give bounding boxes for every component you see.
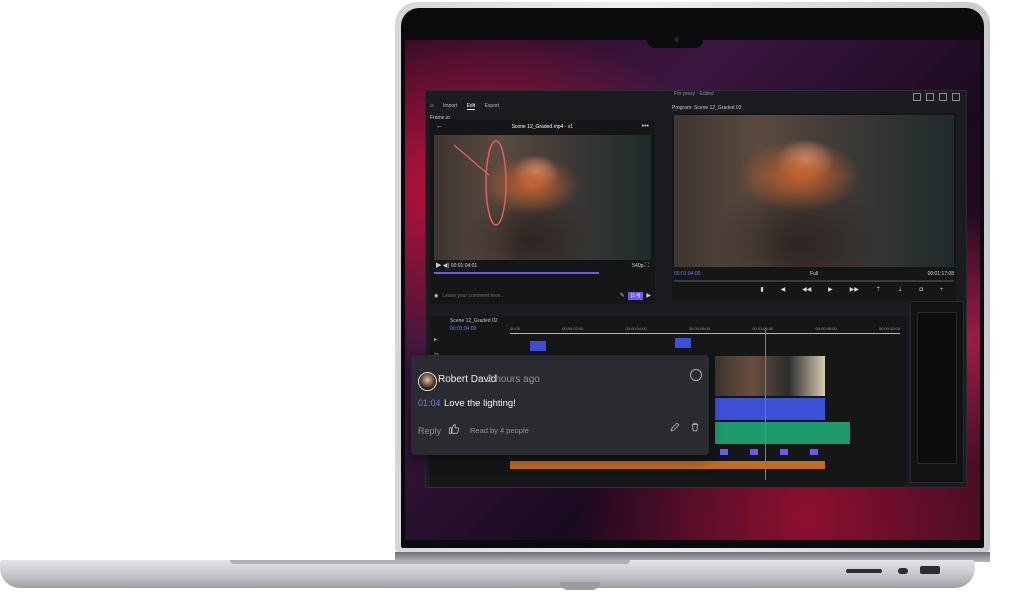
source-header: ← Scene 12_Graded.mp4 - v1 ••• bbox=[436, 123, 649, 130]
audio-clip-blue[interactable] bbox=[715, 398, 825, 420]
ruler-tick: 00:00:02:00 bbox=[562, 326, 584, 331]
pencil-icon[interactable] bbox=[670, 422, 680, 435]
step-back-icon[interactable]: ◀ bbox=[781, 286, 786, 293]
playhead[interactable] bbox=[765, 330, 766, 480]
menu-item-import[interactable]: Import bbox=[443, 103, 457, 109]
forward-icon[interactable]: ▶▶ bbox=[850, 286, 859, 293]
laptop-base bbox=[0, 560, 975, 588]
audio-clip-orange[interactable] bbox=[510, 461, 825, 469]
play-icon[interactable]: ▶ bbox=[436, 262, 441, 269]
video-clip-thumbnails[interactable] bbox=[715, 356, 825, 396]
avatar bbox=[418, 372, 437, 391]
window-controls bbox=[913, 93, 960, 101]
work-area-bar[interactable] bbox=[510, 333, 900, 334]
home-icon[interactable]: ⌂ bbox=[430, 103, 434, 109]
reply-button[interactable]: Reply bbox=[418, 426, 441, 436]
extract-icon[interactable]: ⇣ bbox=[898, 286, 903, 293]
fit-label[interactable]: Full bbox=[810, 271, 818, 277]
send-icon[interactable]: ▶ bbox=[646, 293, 651, 299]
program-video-frame[interactable] bbox=[674, 115, 954, 267]
timeline-timecode: 00:01:04:00 bbox=[450, 326, 477, 332]
comment-message: Love the lighting! bbox=[444, 398, 516, 409]
headphone-port bbox=[898, 568, 908, 574]
rewind-icon[interactable]: ◀◀ bbox=[802, 286, 811, 293]
comment-timecode[interactable]: 01:04 bbox=[418, 398, 441, 408]
timeline-ruler: 00:00 00:00:02:00 00:00:04:00 00:00:06:0… bbox=[510, 326, 900, 331]
quality-label[interactable]: 540p bbox=[632, 263, 643, 269]
volume-icon[interactable]: ◀) bbox=[443, 263, 450, 269]
camera-export-icon[interactable]: ◘ bbox=[920, 287, 924, 293]
camera-icon bbox=[674, 37, 679, 42]
pen-icon[interactable]: ✎ bbox=[620, 293, 625, 299]
add-icon[interactable]: + bbox=[940, 287, 944, 293]
audio-meters bbox=[910, 301, 964, 483]
read-by-label: Read by 4 people bbox=[470, 426, 529, 435]
title-bar: For presy · Edited bbox=[426, 91, 966, 101]
comment-avatar-icon: ◉ bbox=[434, 292, 439, 299]
fullscreen-icon[interactable]: ⛶ bbox=[645, 263, 649, 269]
mark-in-icon[interactable]: ▮ bbox=[760, 286, 763, 293]
ruler-tick: 00:00:08:00 bbox=[815, 326, 837, 331]
program-scrubber[interactable] bbox=[674, 280, 954, 282]
share-icon[interactable] bbox=[939, 93, 947, 101]
video-clip[interactable] bbox=[530, 341, 546, 351]
comment-input-row: ◉ Leave your comment here... ✎ [1:4] ▶ bbox=[434, 291, 651, 301]
ruler-tick: 00:00:10:00 bbox=[878, 326, 900, 331]
select-tool-icon[interactable]: ▸ bbox=[434, 336, 444, 343]
program-transport: ▮ ◀ ◀◀ ▶ ▶▶ ⇡ ⇣ ◘ + bbox=[752, 286, 952, 294]
ruler-tick: 00:00 bbox=[510, 326, 521, 331]
comment-time: 2 hours ago bbox=[487, 374, 540, 385]
source-timecode: 00:01:04:01 bbox=[450, 263, 478, 269]
source-progress-bar[interactable] bbox=[434, 272, 599, 274]
minimize-icon[interactable] bbox=[913, 93, 921, 101]
comment-card[interactable]: Robert David 2 hours ago 01:04 Love the … bbox=[411, 355, 709, 455]
program-panel: 00:01:04:00 Full 00:01:17:08 ▮ ◀ ◀◀ ▶ ▶▶… bbox=[672, 113, 956, 301]
laptop-groove bbox=[230, 560, 630, 564]
send-timecode-button[interactable]: [1:4] bbox=[627, 292, 644, 300]
program-info: 00:01:04:00 Full 00:01:17:08 bbox=[674, 271, 954, 277]
menu-item-export[interactable]: Export bbox=[485, 103, 499, 109]
program-timecode-right: 00:01:17:08 bbox=[927, 271, 954, 277]
audio-clip-green[interactable] bbox=[715, 422, 850, 444]
sd-card-slot bbox=[846, 569, 882, 573]
video-clip[interactable] bbox=[675, 338, 691, 348]
window-icon[interactable] bbox=[926, 93, 934, 101]
ruler-tick: 00:00:06:00 bbox=[688, 326, 710, 331]
sequence-tab[interactable]: Scene 12_Graded 02 bbox=[450, 318, 498, 324]
hdmi-port bbox=[920, 566, 940, 574]
expand-icon[interactable] bbox=[952, 93, 960, 101]
program-timecode-left: 00:01:04:00 bbox=[674, 271, 701, 277]
menu-item-edit[interactable]: Edit bbox=[466, 103, 476, 110]
program-panel-label: Program: Scene 12_Graded 02 bbox=[672, 105, 742, 111]
project-title: For presy · Edited bbox=[674, 91, 714, 97]
laptop-foot bbox=[560, 582, 600, 590]
lift-icon[interactable]: ⇡ bbox=[876, 286, 881, 293]
clip-title: Scene 12_Graded.mp4 - v1 bbox=[511, 123, 574, 130]
thumbs-up-icon[interactable] bbox=[448, 423, 460, 437]
trash-icon[interactable] bbox=[690, 422, 700, 435]
circle-icon[interactable] bbox=[690, 369, 702, 381]
source-transport: ▶ ◀) 00:01:04:01 540p ⛶ bbox=[436, 262, 649, 269]
ruler-tick: 00:00:04:00 bbox=[625, 326, 647, 331]
annotation-drawing bbox=[453, 140, 507, 226]
more-icon[interactable]: ••• bbox=[642, 123, 649, 130]
source-panel: ← Scene 12_Graded.mp4 - v1 ••• ▶ ◀) 00:0… bbox=[430, 119, 655, 304]
source-video-frame[interactable] bbox=[434, 135, 651, 260]
back-arrow-icon[interactable]: ← bbox=[436, 123, 443, 130]
meter-display bbox=[917, 312, 957, 464]
program-play-icon[interactable]: ▶ bbox=[828, 286, 833, 293]
ruler-tick: 00:01:06:00 bbox=[752, 326, 774, 331]
comment-input[interactable]: Leave your comment here... bbox=[442, 293, 619, 299]
